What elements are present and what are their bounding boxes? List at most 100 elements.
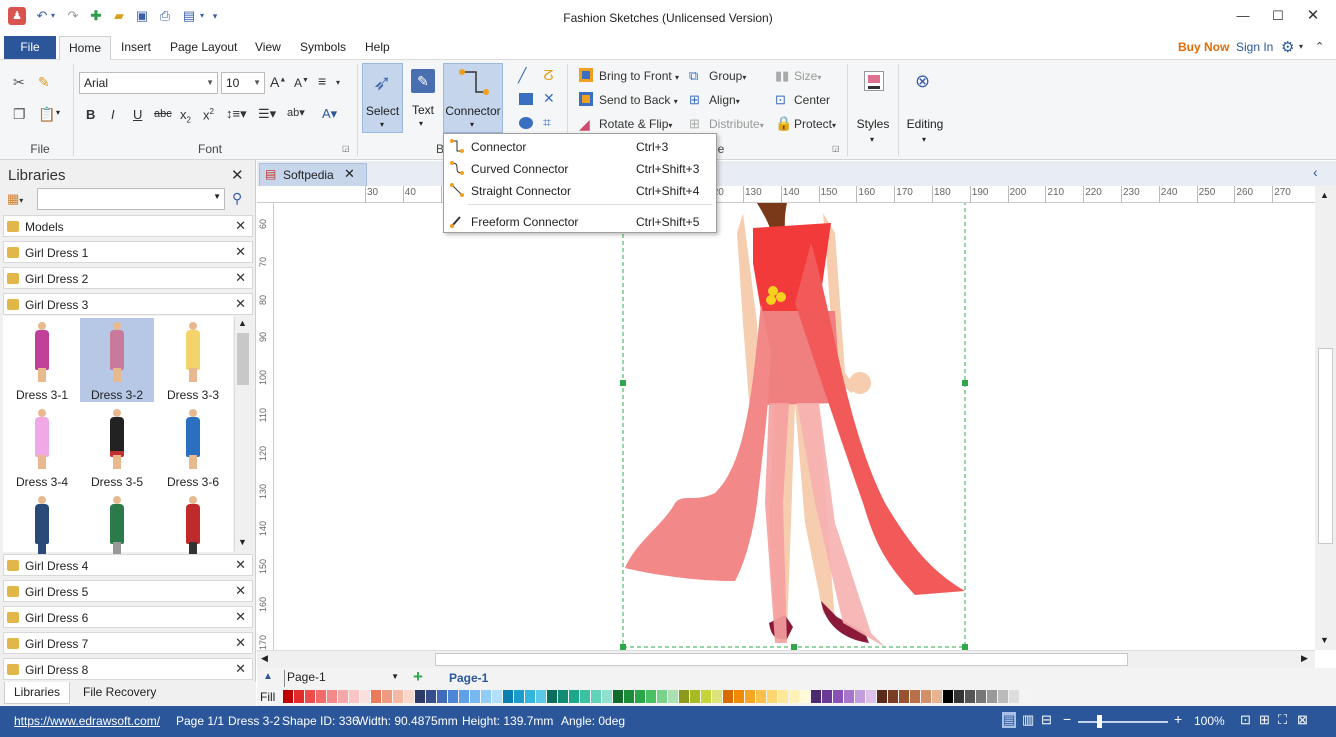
color-swatch[interactable] — [459, 690, 469, 703]
select-tool-button[interactable]: ➶ Select ▾ — [362, 63, 403, 133]
zoom-out-icon[interactable]: − — [1063, 711, 1071, 727]
color-swatch[interactable] — [602, 690, 612, 703]
bring-to-front-button[interactable]: Bring to Front ▾ — [599, 69, 679, 83]
close-view-icon[interactable]: ⊠ — [1297, 712, 1308, 728]
zoom-level[interactable]: 100% — [1194, 714, 1225, 728]
font-color-icon[interactable]: A▾ — [322, 106, 337, 122]
color-swatch[interactable] — [624, 690, 634, 703]
color-swatch[interactable] — [1020, 690, 1030, 703]
library-item-models[interactable]: Models ✕ — [3, 215, 253, 237]
close-libraries-icon[interactable]: ✕ — [231, 166, 244, 184]
scroll-thumb[interactable] — [237, 333, 249, 385]
close-window-icon[interactable]: ✕ — [1298, 6, 1328, 26]
font-name-combo[interactable]: Arial ▼ — [79, 72, 218, 94]
library-item-girl-dress-3[interactable]: Girl Dress 3 ✕ — [3, 293, 253, 315]
tab-libraries[interactable]: Libraries — [4, 682, 70, 704]
scroll-down-icon[interactable]: ▼ — [1320, 635, 1329, 645]
settings-gear-icon[interactable]: ⚙ — [1281, 38, 1294, 56]
close-tab-icon[interactable]: ✕ — [344, 166, 355, 182]
color-swatch[interactable] — [855, 690, 865, 703]
web-view-icon[interactable]: ▥ — [1022, 712, 1034, 728]
color-swatch[interactable] — [690, 690, 700, 703]
color-swatch[interactable] — [470, 690, 480, 703]
align-button[interactable]: Align▾ — [709, 93, 740, 107]
color-swatch[interactable] — [679, 690, 689, 703]
color-swatch[interactable] — [965, 690, 975, 703]
menu-item-curved-connector[interactable]: Curved Connector Ctrl+Shift+3 — [444, 158, 716, 179]
color-swatch[interactable] — [371, 690, 381, 703]
color-swatch[interactable] — [349, 690, 359, 703]
library-item-girl-dress-8[interactable]: Girl Dress 8 ✕ — [3, 658, 253, 680]
group-button[interactable]: Group▾ — [709, 69, 746, 83]
copy-icon[interactable]: ❐ — [13, 106, 29, 122]
color-swatch[interactable] — [866, 690, 876, 703]
protect-button[interactable]: Protect▾ — [794, 117, 836, 131]
color-swatch[interactable] — [437, 690, 447, 703]
page-tab-active[interactable]: Page-1 — [449, 671, 488, 685]
color-swatch[interactable] — [327, 690, 337, 703]
maximize-icon[interactable]: ☐ — [1263, 6, 1293, 26]
library-menu-icon[interactable]: ▦▾ — [7, 191, 23, 207]
color-swatch[interactable] — [789, 690, 799, 703]
grow-font-icon[interactable]: A▲ — [270, 74, 286, 90]
rotate-flip-button[interactable]: Rotate & Flip▾ — [599, 117, 672, 131]
buy-now-link[interactable]: Buy Now — [1178, 40, 1229, 54]
close-library-icon[interactable]: ✕ — [235, 661, 246, 677]
close-library-icon[interactable]: ✕ — [235, 635, 246, 651]
color-swatch[interactable] — [767, 690, 777, 703]
color-swatch[interactable] — [723, 690, 733, 703]
library-item-girl-dress-6[interactable]: Girl Dress 6 ✕ — [3, 606, 253, 628]
color-swatch[interactable] — [404, 690, 414, 703]
color-swatch[interactable] — [888, 690, 898, 703]
color-swatch[interactable] — [734, 690, 744, 703]
color-swatch[interactable] — [382, 690, 392, 703]
color-swatch[interactable] — [745, 690, 755, 703]
color-swatch[interactable] — [954, 690, 964, 703]
color-swatch[interactable] — [976, 690, 986, 703]
minimize-icon[interactable]: — — [1228, 6, 1258, 26]
color-swatch[interactable] — [712, 690, 722, 703]
vertical-scrollbar[interactable]: ▲ ▼ — [1315, 186, 1336, 650]
scroll-up-icon[interactable]: ▲ — [238, 318, 247, 328]
size-button[interactable]: Size▾ — [794, 69, 821, 83]
color-swatch[interactable] — [393, 690, 403, 703]
shape-dress-3-4[interactable]: Dress 3-4 — [5, 405, 79, 489]
font-dialog-launcher-icon[interactable]: ◲ — [342, 144, 350, 153]
color-swatch[interactable] — [569, 690, 579, 703]
library-item-girl-dress-4[interactable]: Girl Dress 4 ✕ — [3, 554, 253, 576]
drawing-canvas[interactable] — [275, 192, 1315, 650]
full-screen-icon[interactable]: ⛶ — [1278, 712, 1287, 728]
rectangle-tool-icon[interactable] — [519, 93, 533, 105]
color-swatch[interactable] — [822, 690, 832, 703]
strikethrough-icon[interactable]: abc — [154, 108, 172, 120]
color-swatch[interactable] — [646, 690, 656, 703]
tab-help[interactable]: Help — [365, 36, 390, 60]
color-swatch[interactable] — [778, 690, 788, 703]
color-swatch[interactable] — [833, 690, 843, 703]
shape-dress-3-2[interactable]: Dress 3-2 — [80, 318, 154, 402]
arc-tool-icon[interactable]: ⵒ — [543, 67, 559, 83]
scroll-right-icon[interactable]: ▶ — [1301, 653, 1308, 664]
settings-dropdown-icon[interactable]: ▾ — [1299, 42, 1303, 51]
shape-partial[interactable] — [80, 492, 154, 556]
color-swatch[interactable] — [899, 690, 909, 703]
color-swatch[interactable] — [338, 690, 348, 703]
document-tab[interactable]: ▤ Softpedia ✕ — [259, 163, 367, 186]
color-swatch[interactable] — [998, 690, 1008, 703]
zoom-slider[interactable] — [1078, 721, 1168, 723]
shape-dress-3-6[interactable]: Dress 3-6 — [156, 405, 230, 489]
shape-dress-3-5[interactable]: Dress 3-5 — [80, 405, 154, 489]
library-item-girl-dress-7[interactable]: Girl Dress 7 ✕ — [3, 632, 253, 654]
tab-page-layout[interactable]: Page Layout — [170, 36, 237, 60]
shape-dress-3-3[interactable]: Dress 3-3 — [156, 318, 230, 402]
close-library-icon[interactable]: ✕ — [235, 218, 246, 234]
point-tool-icon[interactable]: ✕ — [543, 90, 559, 106]
shape-partial[interactable] — [5, 492, 79, 556]
dress-sketch[interactable] — [275, 192, 1315, 650]
color-swatch[interactable] — [877, 690, 887, 703]
line-tool-icon[interactable]: ╱ — [518, 67, 534, 83]
color-swatch[interactable] — [294, 690, 304, 703]
color-swatch[interactable] — [1009, 690, 1019, 703]
subscript-icon[interactable]: x2 — [180, 107, 191, 125]
fit-page-icon[interactable]: ⊡ — [1240, 712, 1251, 728]
